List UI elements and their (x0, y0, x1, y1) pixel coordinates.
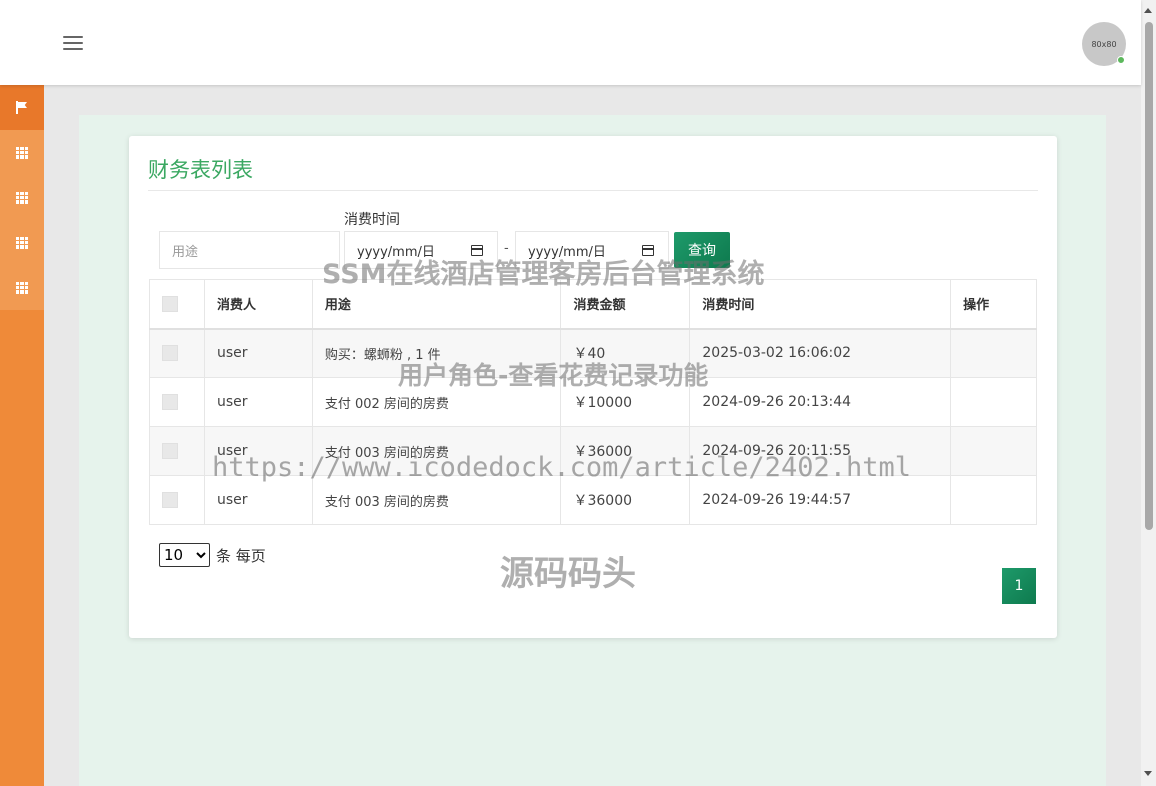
cell-time: 2025-03-02 16:06:02 (689, 328, 952, 378)
date-end-input[interactable]: yyyy/mm/日 (515, 231, 669, 269)
date-separator: - (504, 241, 509, 256)
cell-amount: ￥10000 (560, 377, 691, 427)
cell-purpose: 支付 002 房间的房费 (311, 377, 562, 427)
column-header-actions: 操作 (950, 279, 1037, 330)
cell-purpose: 支付 003 房间的房费 (311, 475, 562, 525)
cell-consumer: user (203, 426, 313, 476)
date-start-placeholder: yyyy/mm/日 (357, 244, 435, 260)
calendar-icon[interactable] (471, 245, 483, 256)
table-row: user 支付 002 房间的房费 ￥10000 2024-09-26 20:1… (149, 377, 1037, 427)
top-header: 80x80 (0, 0, 1141, 85)
purpose-search-input[interactable]: 用途 (159, 231, 340, 269)
grid-icon (16, 191, 28, 204)
cell-actions (950, 475, 1037, 525)
menu-toggle-icon[interactable] (63, 36, 83, 50)
cell-consumer: user (203, 328, 313, 378)
row-checkbox[interactable] (162, 492, 178, 508)
cell-actions (950, 377, 1037, 427)
scroll-up-arrow-icon[interactable] (1144, 8, 1152, 13)
column-header-consumer[interactable]: 消费人 (203, 279, 313, 330)
select-all-checkbox[interactable] (162, 295, 178, 312)
sidebar-item-2[interactable] (0, 175, 44, 220)
row-checkbox[interactable] (162, 394, 178, 410)
grid-icon (16, 236, 28, 249)
cell-amount: ￥40 (560, 328, 691, 378)
table-header-row: 消费人 用途 消费金额 消费时间 操作 (149, 279, 1037, 330)
table-row: user 支付 003 房间的房费 ￥36000 2024-09-26 20:1… (149, 426, 1037, 476)
row-checkbox[interactable] (162, 345, 178, 362)
cell-actions (950, 328, 1037, 378)
page-scrollbar[interactable] (1141, 0, 1156, 786)
avatar-placeholder-text: 80x80 (1091, 39, 1117, 49)
cell-time: 2024-09-26 20:13:44 (689, 377, 952, 427)
sidebar (0, 85, 44, 786)
cell-purpose: 购买：螺蛳粉 , 1 件 (311, 328, 562, 378)
cell-consumer: user (203, 377, 313, 427)
scroll-down-arrow-icon[interactable] (1144, 771, 1152, 776)
calendar-icon[interactable] (642, 245, 654, 256)
date-start-input[interactable]: yyyy/mm/日 (344, 231, 498, 269)
date-end-placeholder: yyyy/mm/日 (528, 244, 606, 260)
page-button-current[interactable]: 1 (1002, 568, 1036, 604)
cell-amount: ￥36000 (560, 426, 691, 476)
sidebar-item-home[interactable] (0, 85, 44, 130)
page-size-control: 10 条 每页 (159, 543, 266, 567)
per-page-label: 条 每页 (216, 546, 266, 565)
consume-time-label: 消费时间 (344, 212, 400, 228)
table-row: user 支付 003 房间的房费 ￥36000 2024-09-26 19:4… (149, 475, 1037, 525)
cell-time: 2024-09-26 20:11:55 (689, 426, 952, 476)
column-header-time[interactable]: 消费时间 (689, 279, 952, 330)
flag-icon (16, 101, 28, 114)
column-header-purpose[interactable]: 用途 (311, 279, 562, 330)
cell-amount: ￥36000 (560, 475, 691, 525)
cell-consumer: user (203, 475, 313, 525)
online-status-dot (1117, 56, 1125, 64)
page-title: 财务表列表 (148, 158, 253, 182)
cell-actions (950, 426, 1037, 476)
sidebar-item-4[interactable] (0, 265, 44, 310)
finance-list-card: 财务表列表 消费时间 用途 yyyy/mm/日 - yyyy/mm/日 查询 消… (129, 136, 1057, 638)
select-all-cell (149, 279, 205, 330)
finance-table: 消费人 用途 消费金额 消费时间 操作 user 购买：螺蛳粉 , 1 件 ￥4… (149, 279, 1037, 525)
scrollbar-thumb[interactable] (1145, 22, 1153, 530)
avatar[interactable]: 80x80 (1082, 22, 1126, 66)
grid-icon (16, 146, 28, 159)
cell-purpose: 支付 003 房间的房费 (311, 426, 562, 476)
row-checkbox[interactable] (162, 443, 178, 459)
cell-time: 2024-09-26 19:44:57 (689, 475, 952, 525)
grid-icon (16, 281, 28, 294)
table-row: user 购买：螺蛳粉 , 1 件 ￥40 2025-03-02 16:06:0… (149, 328, 1037, 378)
sidebar-item-3[interactable] (0, 220, 44, 265)
page-size-select[interactable]: 10 (159, 543, 210, 567)
column-header-amount[interactable]: 消费金额 (560, 279, 691, 330)
query-button[interactable]: 查询 (674, 232, 730, 268)
sidebar-item-1[interactable] (0, 130, 44, 175)
title-divider (148, 190, 1038, 191)
